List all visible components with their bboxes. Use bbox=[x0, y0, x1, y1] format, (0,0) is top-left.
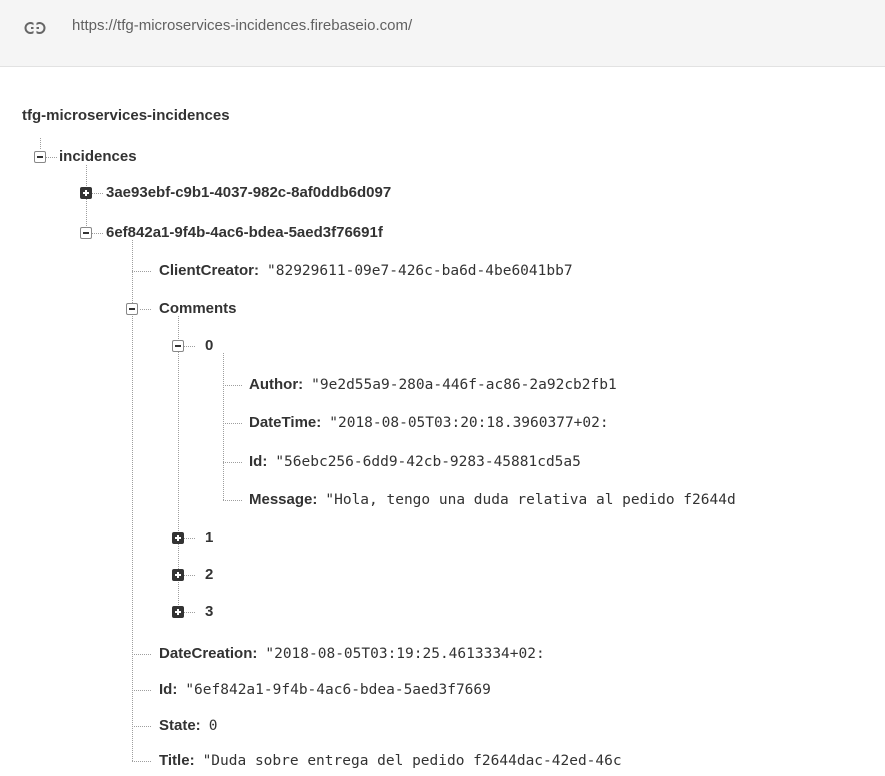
node-key: 0 bbox=[205, 337, 214, 354]
field-key: DateCreation: bbox=[159, 645, 258, 662]
field-value[interactable]: "2018-08-05T03:19:25.4613334+02: bbox=[265, 646, 544, 662]
field-value[interactable]: "2018-08-05T03:20:18.3960377+02: bbox=[329, 415, 608, 431]
node-key: 2 bbox=[205, 566, 214, 583]
node-comment-1[interactable]: 1 bbox=[205, 527, 213, 549]
expand-icon[interactable] bbox=[172, 569, 184, 581]
field-title[interactable]: Title: "Duda sobre entrega del pedido f26… bbox=[159, 750, 622, 772]
field-message[interactable]: Message: "Hola, tengo una duda relativa a… bbox=[249, 489, 736, 511]
node-incidence-2[interactable]: 6ef842a1-9f4b-4ac6-bdea-5aed3f76691f bbox=[106, 222, 383, 244]
field-value[interactable]: "6ef842a1-9f4b-4ac6-bdea-5aed3f7669 bbox=[185, 682, 491, 698]
field-value[interactable]: "9e2d55a9-280a-446f-ac86-2a92cb2fb1 bbox=[311, 377, 617, 393]
node-key: 6ef842a1-9f4b-4ac6-bdea-5aed3f76691f bbox=[106, 224, 383, 241]
field-key: Title: bbox=[159, 752, 195, 769]
field-value[interactable]: "Hola, tengo una duda relativa al pedido… bbox=[325, 492, 735, 508]
field-value[interactable]: 0 bbox=[209, 718, 218, 734]
field-state[interactable]: State: 0 bbox=[159, 715, 217, 737]
node-comment-0[interactable]: 0 bbox=[205, 335, 213, 357]
node-key: 3ae93ebf-c9b1-4037-982c-8af0ddb6d097 bbox=[106, 184, 392, 201]
node-incidences[interactable]: incidences bbox=[59, 146, 137, 168]
field-datetime[interactable]: DateTime: "2018-08-05T03:20:18.3960377+02… bbox=[249, 412, 609, 434]
root-key[interactable]: tfg-microservices-incidences bbox=[22, 107, 230, 124]
field-key: State: bbox=[159, 717, 201, 734]
node-comment-2[interactable]: 2 bbox=[205, 564, 213, 586]
expand-icon[interactable] bbox=[172, 532, 184, 544]
field-comment-id[interactable]: Id: "56ebc256-6dd9-42cb-9283-45881cd5a5 bbox=[249, 451, 581, 473]
node-key: Comments bbox=[159, 300, 237, 317]
field-value[interactable]: "56ebc256-6dd9-42cb-9283-45881cd5a5 bbox=[275, 454, 581, 470]
field-key: Message: bbox=[249, 491, 318, 508]
field-client-creator[interactable]: ClientCreator: "82929611-09e7-426c-ba6d-4… bbox=[159, 260, 573, 282]
node-comments[interactable]: Comments bbox=[159, 298, 237, 320]
field-date-creation[interactable]: DateCreation: "2018-08-05T03:19:25.461333… bbox=[159, 643, 545, 665]
field-value[interactable]: "Duda sobre entrega del pedido f2644dac-… bbox=[203, 753, 622, 769]
node-incidence-1[interactable]: 3ae93ebf-c9b1-4037-982c-8af0ddb6d097 bbox=[106, 182, 391, 204]
node-comment-3[interactable]: 3 bbox=[205, 601, 213, 623]
field-key: Id: bbox=[159, 681, 178, 698]
field-key: DateTime: bbox=[249, 414, 322, 431]
node-key: 3 bbox=[205, 603, 214, 620]
field-author[interactable]: Author: "9e2d55a9-280a-446f-ac86-2a92cb2f… bbox=[249, 374, 617, 396]
field-key: ClientCreator: bbox=[159, 262, 260, 279]
node-key: 1 bbox=[205, 529, 214, 546]
field-key: Author: bbox=[249, 376, 304, 393]
expand-icon[interactable] bbox=[80, 187, 92, 199]
expand-icon[interactable] bbox=[172, 606, 184, 618]
collapse-icon[interactable] bbox=[126, 303, 138, 315]
field-key: Id: bbox=[249, 453, 268, 470]
node-key: incidences bbox=[59, 148, 137, 165]
collapse-icon[interactable] bbox=[80, 227, 92, 239]
field-value[interactable]: "82929611-09e7-426c-ba6d-4be6041bb7 bbox=[267, 263, 573, 279]
collapse-icon[interactable] bbox=[34, 151, 46, 163]
collapse-icon[interactable] bbox=[172, 340, 184, 352]
field-id[interactable]: Id: "6ef842a1-9f4b-4ac6-bdea-5aed3f7669 bbox=[159, 679, 491, 701]
